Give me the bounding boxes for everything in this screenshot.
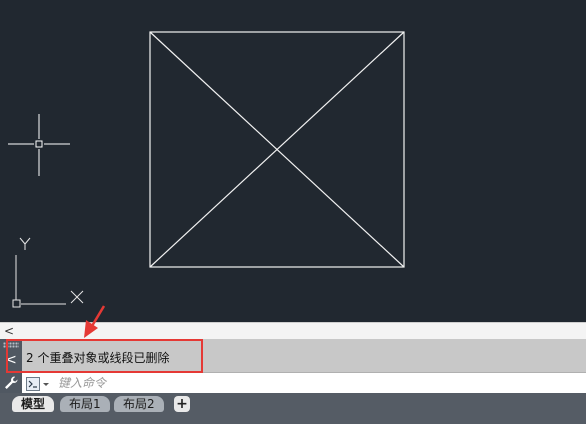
command-input-row <box>22 372 586 393</box>
command-input[interactable] <box>58 374 578 391</box>
drawn-square[interactable] <box>149 31 405 268</box>
command-history-line: 2 个重叠对象或线段已删除 <box>22 339 586 372</box>
command-history-toggle[interactable]: < <box>3 351 19 369</box>
command-prompt-icon[interactable] <box>26 376 52 391</box>
tab-model[interactable]: 模型 <box>12 396 55 412</box>
command-message: 2 个重叠对象或线段已删除 <box>26 351 170 365</box>
tab-layout1[interactable]: 布局1 <box>60 396 110 412</box>
drag-grip-icon[interactable] <box>3 342 19 348</box>
wrench-icon[interactable] <box>3 375 19 391</box>
ucs-icon <box>12 237 84 308</box>
command-history-bar[interactable]: < <box>0 322 586 340</box>
add-layout-button[interactable]: + <box>174 396 190 412</box>
command-line-handle[interactable]: < <box>0 339 22 393</box>
layout-tab-bar: 模型 布局1 布局2 + <box>0 393 586 424</box>
drawing-canvas[interactable] <box>0 0 586 322</box>
drawing-svg <box>8 31 405 308</box>
tab-layout2[interactable]: 布局2 <box>114 396 164 412</box>
command-line-panel: < 2 个重叠对象或线段已删除 <box>0 339 586 393</box>
crosshair-cursor-icon <box>8 114 70 176</box>
collapse-history-button[interactable]: < <box>4 323 14 339</box>
